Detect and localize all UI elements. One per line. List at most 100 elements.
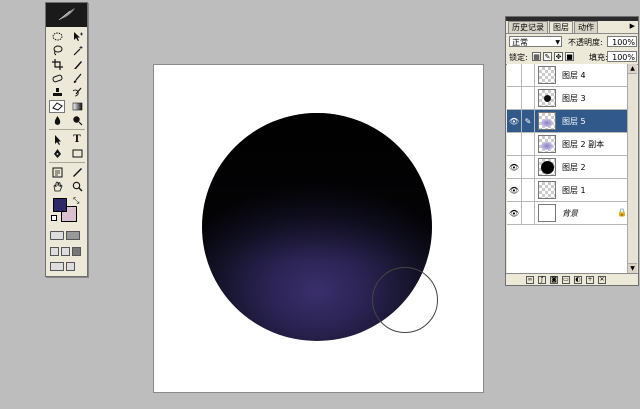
hand-icon[interactable]: [49, 180, 65, 193]
history-brush-icon[interactable]: [69, 86, 85, 99]
full-screen-icon[interactable]: [72, 247, 81, 256]
default-colors-icon[interactable]: [51, 215, 57, 221]
layer-thumbnail: [538, 66, 556, 84]
panel-menu-icon[interactable]: ▶: [630, 22, 635, 30]
lock-position-icon[interactable]: ✥: [554, 52, 563, 61]
pen-icon[interactable]: [49, 147, 65, 160]
link-toggle[interactable]: [522, 156, 535, 178]
move-icon[interactable]: [69, 30, 85, 43]
adjustment-layer-icon[interactable]: ◐: [574, 275, 582, 284]
lock-transparency-icon[interactable]: ▦: [532, 52, 541, 61]
tab-actions[interactable]: 动作: [574, 21, 598, 33]
layer-name: 图层 4: [562, 70, 586, 80]
slice-icon[interactable]: [69, 58, 85, 71]
opacity-input[interactable]: 100%: [607, 36, 637, 47]
lock-all-icon[interactable]: ■: [565, 52, 574, 61]
eye-icon[interactable]: 👁: [507, 179, 522, 201]
layer-row[interactable]: 👁 背景 🔒: [507, 202, 629, 225]
eye-icon[interactable]: 👁: [507, 156, 522, 178]
add-mask-icon[interactable]: ◙: [550, 275, 558, 284]
link-toggle[interactable]: [522, 179, 535, 201]
link-toggle[interactable]: [522, 87, 535, 109]
scroll-down-icon[interactable]: ▼: [628, 263, 637, 273]
blend-mode-value: 正常: [512, 38, 528, 47]
feather-logo-icon: [58, 8, 75, 21]
link-toggle[interactable]: [522, 64, 535, 86]
tool-grid: T: [49, 30, 85, 194]
path-select-icon[interactable]: [49, 133, 65, 146]
blend-mode-select[interactable]: 正常 ▼: [509, 36, 562, 47]
link-toggle[interactable]: [522, 133, 535, 155]
tab-history[interactable]: 历史记录: [508, 21, 548, 33]
layers-panel: 历史记录 图层 动作 ▶ 正常 ▼ 不透明度: 100% 锁定: ▦ ✎ ✥ ■…: [505, 16, 639, 286]
layer-thumbnail: [538, 158, 556, 176]
link-toggle[interactable]: [522, 202, 535, 224]
eye-icon[interactable]: 👁: [507, 202, 522, 224]
standard-screen-icon[interactable]: [50, 247, 59, 256]
layer-name: 图层 1: [562, 185, 586, 195]
eraser-icon[interactable]: [49, 100, 65, 113]
link-layers-icon[interactable]: ∞: [526, 275, 534, 284]
panel-tabs: 历史记录 图层 动作 ▶: [506, 21, 638, 34]
new-layer-icon[interactable]: +: [586, 275, 594, 284]
healing-brush-icon[interactable]: [49, 72, 65, 85]
visibility-toggle[interactable]: [507, 87, 522, 109]
jump-extra-icon[interactable]: [66, 262, 75, 271]
eye-icon[interactable]: 👁: [507, 110, 522, 132]
tab-layers[interactable]: 图层: [549, 21, 573, 33]
layer-name: 图层 2 副本: [562, 139, 605, 149]
layer-row[interactable]: 👁 图层 1: [507, 179, 629, 202]
lasso-icon[interactable]: [49, 44, 65, 57]
mask-mode-buttons: [50, 231, 80, 240]
crop-icon[interactable]: [49, 58, 65, 71]
layer-thumbnail: [538, 181, 556, 199]
zoom-icon[interactable]: [69, 180, 85, 193]
blur-icon[interactable]: [49, 114, 65, 127]
notes-icon[interactable]: [49, 166, 65, 179]
visibility-toggle[interactable]: [507, 133, 522, 155]
quick-mask-icon[interactable]: [66, 231, 80, 240]
layer-list: 图层 4 图层 3 👁 ✎ 图层 5 图层 2 副本 👁 图层 2 👁 图层 1…: [507, 64, 629, 273]
swap-colors-icon[interactable]: ⤡: [73, 196, 79, 206]
scroll-up-icon[interactable]: ▲: [628, 64, 637, 74]
clone-stamp-icon[interactable]: [49, 86, 65, 99]
layer-style-icon[interactable]: ƒ: [538, 275, 546, 284]
new-group-icon[interactable]: ▭: [562, 275, 570, 284]
full-screen-menu-icon[interactable]: [61, 247, 70, 256]
fill-input[interactable]: 100%: [607, 51, 637, 62]
color-swatches: ⤡: [51, 196, 81, 224]
standard-mode-icon[interactable]: [50, 231, 64, 240]
shape-icon[interactable]: [69, 147, 85, 160]
layer-row[interactable]: 👁 ✎ 图层 5: [507, 110, 629, 133]
document-canvas[interactable]: [153, 64, 484, 393]
type-tool-glyph: T: [73, 134, 81, 145]
layer-row[interactable]: 图层 3: [507, 87, 629, 110]
layer-name: 背景: [562, 208, 578, 218]
layer-thumbnail: [538, 112, 556, 130]
blend-opacity-row: 正常 ▼ 不透明度: 100%: [506, 34, 638, 50]
brush-cursor-outline: [372, 267, 438, 333]
layer-row[interactable]: 👁 图层 2: [507, 156, 629, 179]
jump-to-imageready-icon[interactable]: [50, 262, 64, 271]
delete-layer-icon[interactable]: ✕: [598, 275, 606, 284]
visibility-toggle[interactable]: [507, 64, 522, 86]
lock-pixels-icon[interactable]: ✎: [543, 52, 552, 61]
marquee-icon[interactable]: [49, 30, 65, 43]
opacity-label: 不透明度:: [568, 38, 603, 47]
layer-name: 图层 5: [562, 116, 586, 126]
toolbox-panel: T ⤡: [45, 2, 88, 277]
layer-row[interactable]: 图层 2 副本: [507, 133, 629, 156]
brush-link-icon[interactable]: ✎: [522, 110, 535, 132]
lock-fill-row: 锁定: ▦ ✎ ✥ ■ 填充: 100%: [506, 50, 638, 65]
layer-list-scrollbar[interactable]: ▲ ▼: [627, 64, 637, 273]
foreground-color-swatch[interactable]: [53, 198, 67, 212]
gradient-icon[interactable]: [69, 100, 85, 113]
jump-buttons: [50, 262, 75, 271]
brush-icon[interactable]: [69, 72, 85, 85]
eyedropper-icon[interactable]: [69, 166, 85, 179]
magic-wand-icon[interactable]: [69, 44, 85, 57]
layer-row[interactable]: 图层 4: [507, 64, 629, 87]
toolbox-header[interactable]: [46, 3, 87, 27]
dodge-icon[interactable]: [69, 114, 85, 127]
type-icon[interactable]: T: [69, 133, 85, 146]
